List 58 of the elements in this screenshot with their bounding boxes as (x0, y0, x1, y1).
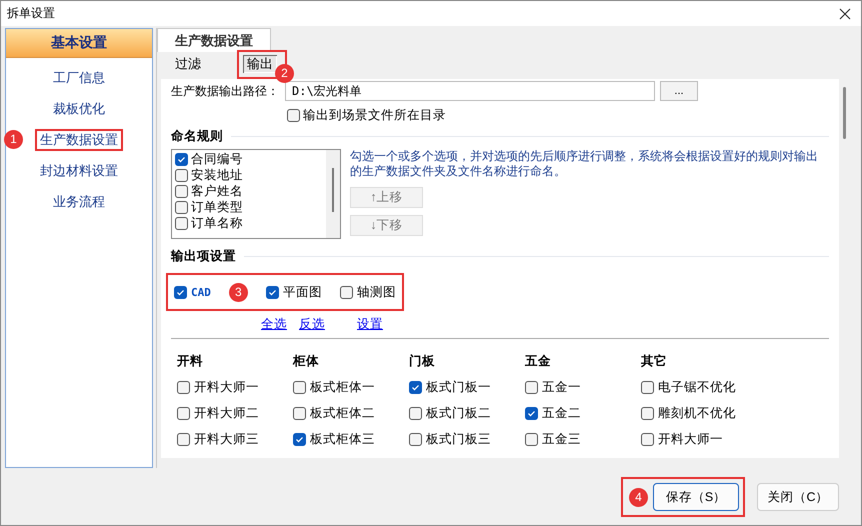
save-button[interactable]: 保存（S） (653, 483, 739, 511)
scrollbar-thumb[interactable] (843, 87, 846, 139)
checkbox[interactable]: 板式柜体二 (293, 405, 409, 422)
sub-tab[interactable]: 过滤 (171, 55, 205, 73)
checkbox[interactable]: 雕刻机不优化 (641, 405, 757, 422)
window-title: 拆单设置 (7, 5, 55, 22)
checkbox[interactable]: 五金二 (525, 405, 641, 422)
checkbox[interactable]: 板式柜体一 (293, 379, 409, 396)
link[interactable]: 全选 (261, 316, 287, 332)
close-icon[interactable] (839, 8, 851, 20)
checkbox[interactable]: 开料大师三 (177, 431, 293, 448)
browse-button[interactable]: ... (660, 81, 698, 101)
checkbox[interactable]: 板式门板一 (409, 379, 525, 396)
sidebar-item[interactable]: 生产数据设置 (35, 129, 123, 151)
sub-tab[interactable]: 输出 (243, 55, 277, 73)
checkbox[interactable]: 开料大师二 (177, 405, 293, 422)
checkbox[interactable]: 轴测图 (340, 284, 396, 300)
checkbox[interactable]: 订单类型 (175, 200, 323, 215)
column-header: 五金 (525, 353, 552, 370)
sidebar-header: 基本设置 (6, 29, 152, 58)
link[interactable]: 设置 (357, 316, 383, 332)
tab[interactable]: 生产数据设置 (157, 28, 271, 52)
field-label: 生产数据输出路径： (171, 82, 279, 100)
step-badge: 4 (629, 488, 648, 506)
step-badge: 3 (228, 282, 248, 302)
checkbox[interactable]: 板式柜体三 (293, 431, 409, 448)
checkbox[interactable]: 平面图 (266, 284, 322, 300)
checkbox[interactable]: 合同编号 (175, 152, 323, 167)
column-header: 开料 (177, 353, 204, 370)
column-header: 门板 (409, 353, 436, 370)
column-header: 柜体 (293, 353, 320, 370)
checkbox[interactable]: 开料大师一 (177, 379, 293, 396)
checkbox[interactable]: 板式门板三 (409, 431, 525, 448)
checkbox[interactable]: CAD (174, 286, 211, 298)
close-button[interactable]: 关闭（C） (757, 483, 839, 511)
section-title: 输出项设置 (171, 248, 236, 264)
checkbox[interactable]: 安装地址 (175, 168, 323, 183)
move-up-button[interactable]: ↑上移 (350, 187, 423, 208)
section-title: 命名规则 (171, 128, 223, 144)
path-field[interactable]: D:\宏光料单 (285, 81, 655, 101)
step-badge: 1 (4, 130, 23, 149)
move-down-button[interactable]: ↓下移 (350, 215, 423, 236)
checkbox[interactable]: 板式门板二 (409, 405, 525, 422)
sidebar-item[interactable]: 工厂信息 (48, 67, 110, 89)
column-header: 其它 (641, 353, 668, 370)
scrollbar-thumb[interactable] (332, 168, 334, 212)
sidebar-item[interactable]: 业务流程 (48, 191, 110, 213)
checkbox[interactable]: 输出到场景文件所在目录 (287, 106, 446, 124)
link[interactable]: 反选 (299, 316, 325, 332)
checkbox[interactable]: 订单名称 (175, 216, 323, 231)
checkbox[interactable]: 客户姓名 (175, 184, 323, 199)
sidebar-item[interactable]: 封边材料设置 (35, 160, 123, 182)
checkbox[interactable]: 五金三 (525, 431, 641, 448)
checkbox[interactable]: 电子锯不优化 (641, 379, 757, 396)
hint-text: 勾选一个或多个选项，并对选项的先后顺序进行调整，系统将会根据设置好的规则对输出的生产数据文件夹及文件名称进行命名。 (350, 149, 819, 179)
checkbox[interactable]: 开料大师一 (641, 431, 757, 448)
checkbox[interactable]: 五金一 (525, 379, 641, 396)
sidebar-item[interactable]: 裁板优化 (48, 98, 110, 120)
